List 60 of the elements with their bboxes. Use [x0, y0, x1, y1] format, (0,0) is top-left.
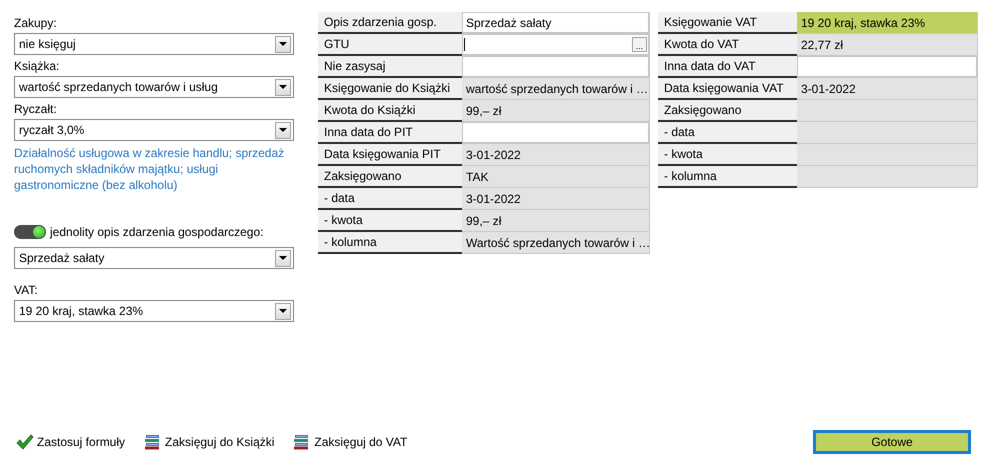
- property-label: Księgowanie VAT: [658, 12, 797, 34]
- browse-button[interactable]: ...: [632, 37, 647, 52]
- property-value[interactable]: 3-01-2022: [462, 144, 650, 166]
- dropdown[interactable]: Sprzedaż sałaty: [14, 247, 294, 269]
- property-value[interactable]: [797, 144, 978, 166]
- dropdown[interactable]: nie księguj: [14, 33, 294, 55]
- property-label: - kolumna: [318, 232, 462, 254]
- property-value[interactable]: 19 20 kraj, stawka 23%: [797, 12, 978, 34]
- caret-icon: [279, 85, 287, 89]
- property-label: Inna data do VAT: [658, 56, 797, 78]
- property-label: - kolumna: [658, 166, 797, 188]
- property-value[interactable]: [797, 122, 978, 144]
- property-value[interactable]: [797, 100, 978, 122]
- property-label: Kwota do VAT: [658, 34, 797, 56]
- caret-icon: [279, 309, 287, 313]
- caret-icon: [279, 256, 287, 260]
- property-value[interactable]: TAK: [462, 166, 650, 188]
- property-label: - data: [658, 122, 797, 144]
- property-label: Data księgowania VAT: [658, 78, 797, 100]
- done-button[interactable]: Gotowe: [813, 430, 971, 454]
- property-value[interactable]: 99,– zł: [462, 100, 650, 122]
- property-value[interactable]: 22,77 zł: [797, 34, 978, 56]
- dropdown[interactable]: 19 20 kraj, stawka 23%: [14, 300, 294, 322]
- field-label: VAT:: [14, 283, 39, 297]
- caret-icon: [279, 128, 287, 132]
- caret-icon: [279, 42, 287, 46]
- property-label: Zaksięgowano: [318, 166, 462, 188]
- property-label: Data księgowania PIT: [318, 144, 462, 166]
- property-value[interactable]: [462, 122, 650, 144]
- toolbar-button[interactable]: Zaksięguj do Książki: [142, 433, 276, 451]
- property-value[interactable]: [797, 56, 978, 78]
- property-label: Zaksięgowano: [658, 100, 797, 122]
- property-label: - kwota: [658, 144, 797, 166]
- property-value[interactable]: wartość sprzedanych towarów i …: [462, 78, 650, 100]
- dropdown[interactable]: wartość sprzedanych towarów i usług: [14, 76, 294, 98]
- property-value[interactable]: 99,– zł: [462, 210, 650, 232]
- field-label: Zakupy:: [14, 16, 58, 30]
- property-label: - kwota: [318, 210, 462, 232]
- property-value[interactable]: 3-01-2022: [462, 188, 650, 210]
- property-value[interactable]: Wartość sprzedanych towarów i …: [462, 232, 650, 254]
- toggle-switch[interactable]: [14, 225, 46, 239]
- field-label: Ryczałt:: [14, 102, 58, 116]
- property-label: Nie zasysaj: [318, 56, 462, 78]
- property-value[interactable]: [797, 166, 978, 188]
- field-label: Książka:: [14, 59, 60, 73]
- property-label: Kwota do Książki: [318, 100, 462, 122]
- checkmark-icon: [16, 434, 34, 450]
- property-label: Inna data do PIT: [318, 122, 462, 144]
- toolbar-button[interactable]: Zastosuj formuły: [14, 433, 128, 451]
- property-label: Księgowanie do Książki: [318, 78, 462, 100]
- property-label: Opis zdarzenia gosp.: [318, 12, 462, 34]
- property-value[interactable]: [462, 56, 650, 78]
- property-label: - data: [318, 188, 462, 210]
- toggle-label: jednolity opis zdarzenia gospodarczego:: [50, 225, 264, 239]
- property-value[interactable]: 3-01-2022: [797, 78, 978, 100]
- property-label: GTU: [318, 34, 462, 56]
- toolbar-button[interactable]: Zaksięguj do VAT: [291, 433, 410, 451]
- dropdown[interactable]: ryczałt 3,0%: [14, 119, 294, 141]
- property-value[interactable]: Sprzedaż sałaty: [462, 12, 650, 34]
- description-text: Działalność usługowa w zakresie handlu; sprzedaż ruchomych składników majątku; usługi gastronomiczne (bez alkoholu): [14, 145, 286, 193]
